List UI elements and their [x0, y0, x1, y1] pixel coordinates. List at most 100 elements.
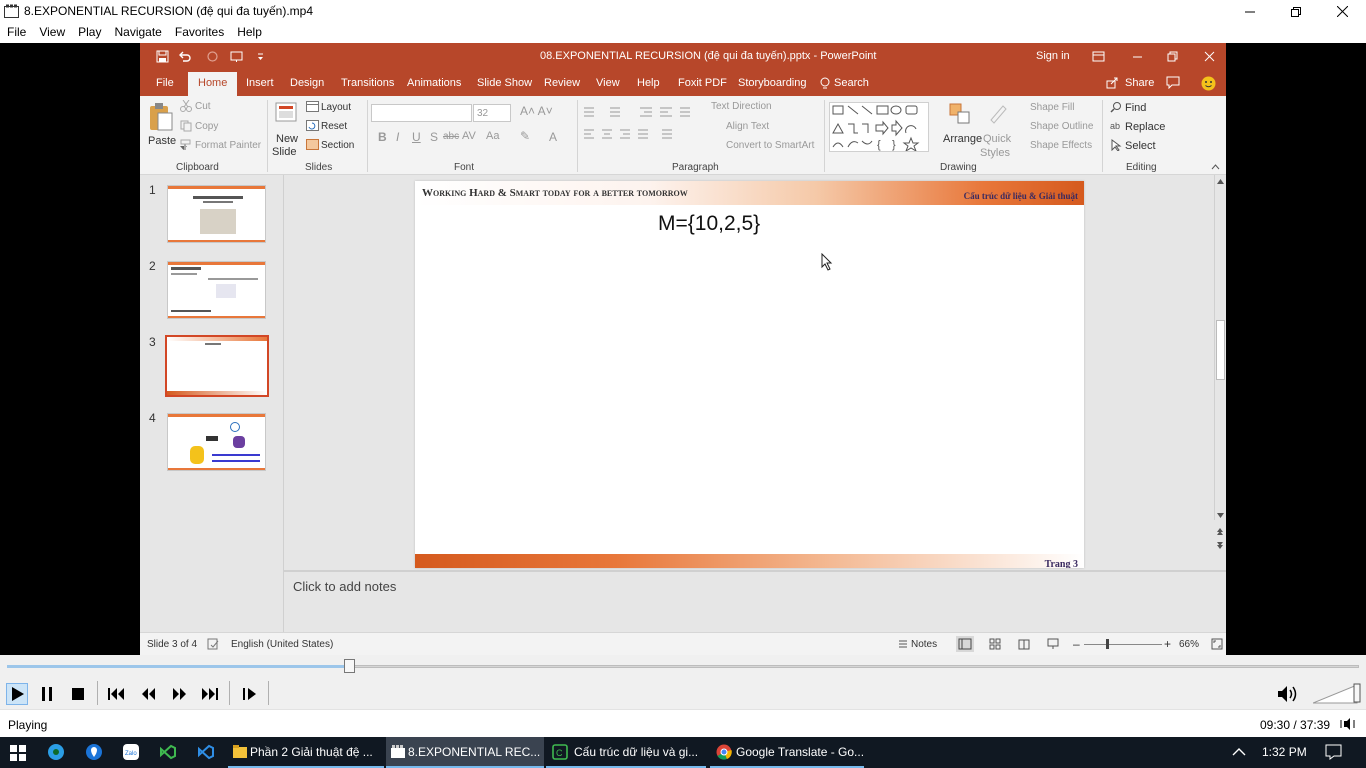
- frame-step-button[interactable]: [239, 683, 261, 705]
- replace-label: Replace: [1125, 121, 1166, 133]
- show-hidden-icons-chevron-icon[interactable]: [1232, 747, 1246, 757]
- slide-number: 2: [149, 259, 156, 273]
- slide-count-status: Slide 3 of 4: [147, 639, 198, 650]
- minimize-button[interactable]: [1227, 0, 1273, 23]
- menu-view[interactable]: View: [32, 23, 71, 43]
- maps-pin-icon[interactable]: [85, 743, 103, 761]
- taskbar-item-chrome[interactable]: Google Translate - Go...: [710, 737, 864, 768]
- arrange-icon: [949, 103, 970, 124]
- rewind-button[interactable]: [137, 683, 159, 705]
- menu-navigate[interactable]: Navigate: [107, 23, 167, 43]
- seek-bar[interactable]: [0, 655, 1366, 677]
- highlight-icon: ✎: [520, 129, 531, 143]
- windows-start-icon[interactable]: [10, 745, 28, 763]
- action-center-icon[interactable]: [1325, 744, 1342, 760]
- ribbon-separator: [1102, 100, 1103, 172]
- zoom-level: 66%: [1179, 639, 1200, 650]
- chrome-icon: [716, 744, 732, 760]
- taskbar-item-document[interactable]: C Cấu trúc dữ liệu và gi...: [546, 737, 706, 768]
- seek-handle[interactable]: [344, 659, 355, 673]
- maximize-button[interactable]: [1273, 0, 1319, 23]
- bold-icon: B: [378, 130, 387, 144]
- taskbar-item-label: Google Translate - Go...: [736, 745, 865, 759]
- shapes-gallery: {}: [829, 102, 929, 152]
- new-slide-icon: [275, 102, 297, 122]
- svg-text:ab: ab: [1110, 121, 1120, 131]
- close-button[interactable]: [1319, 0, 1365, 23]
- play-button[interactable]: [6, 683, 28, 705]
- volume-slider[interactable]: [1313, 681, 1363, 705]
- reset-label: Reset: [321, 121, 348, 132]
- zalo-icon[interactable]: Zalo: [122, 743, 140, 761]
- edge-browser-icon[interactable]: [47, 743, 65, 761]
- video-area[interactable]: 08.EXPONENTIAL RECURSION (đệ qui đa tuyế…: [0, 43, 1366, 655]
- shape-effects-label: Shape Effects: [1030, 140, 1093, 151]
- taskbar-item-label: Phần 2 Giải thuật đệ ...: [250, 745, 373, 759]
- feedback-smiley-icon: [1201, 76, 1216, 91]
- char-spacing-icon: AV: [462, 130, 476, 142]
- controls-separator: [97, 681, 98, 705]
- mute-button[interactable]: [1277, 683, 1299, 705]
- seek-progress-fill: [7, 665, 349, 668]
- player-controls: [0, 677, 1366, 709]
- video-frame-powerpoint: 08.EXPONENTIAL RECURSION (đệ qui đa tuyế…: [140, 43, 1226, 655]
- italic-icon: I: [396, 130, 400, 144]
- taskbar-item-label: Cấu trúc dữ liệu và gi...: [574, 745, 699, 759]
- save-icon: [156, 50, 169, 63]
- stop-icon: [72, 688, 84, 700]
- tab-review: Review: [544, 77, 581, 89]
- copy-label: Copy: [195, 121, 219, 132]
- rewind-icon: [142, 688, 155, 700]
- taskbar-item-mpc[interactable]: 8.EXPONENTIAL REC...: [386, 737, 544, 768]
- shape-outline-label: Shape Outline: [1030, 121, 1094, 132]
- font-size-value: 32: [477, 108, 489, 119]
- tab-animations: Animations: [407, 77, 462, 89]
- slide-header-left: Working Hard & Smart today for a better …: [422, 187, 688, 199]
- svg-text:Zalo: Zalo: [125, 751, 137, 757]
- pause-button[interactable]: [36, 683, 58, 705]
- skip-previous-icon: [108, 688, 124, 700]
- ppt-restore-icon: [1167, 51, 1178, 62]
- player-titlebar: 8.EXPONENTIAL RECURSION (đệ qui đa tuyến…: [0, 0, 1366, 23]
- tab-insert: Insert: [246, 77, 274, 89]
- taskbar-item-label: 8.EXPONENTIAL REC...: [408, 745, 541, 759]
- select-label: Select: [1125, 140, 1156, 152]
- slide-sorter-icon: [989, 638, 1001, 650]
- fast-forward-button[interactable]: [169, 683, 191, 705]
- align-buttons-icon: [584, 129, 672, 139]
- list-buttons-icon: [584, 107, 690, 117]
- shadow-icon: S: [430, 130, 439, 144]
- normal-view-button: [956, 636, 974, 652]
- slide-thumbnail-2: [167, 261, 266, 319]
- cut-icon: [180, 100, 192, 112]
- ribbon-separator: [577, 100, 578, 172]
- slide-header-band: Working Hard & Smart today for a better …: [415, 181, 1084, 205]
- visual-studio-icon[interactable]: [159, 743, 177, 761]
- menu-help[interactable]: Help: [230, 23, 268, 43]
- tab-storyboarding: Storyboarding: [738, 77, 807, 89]
- close-icon: [1336, 6, 1348, 17]
- fit-to-window-icon: [1211, 638, 1223, 650]
- speaker-icon: [1278, 686, 1297, 702]
- fast-forward-icon: [173, 688, 186, 700]
- stop-button[interactable]: [67, 683, 89, 705]
- drawing-group-label: Drawing: [940, 162, 977, 173]
- slide-number: 1: [149, 183, 156, 197]
- taskbar-item-explorer[interactable]: Phần 2 Giải thuật đệ ...: [228, 737, 384, 768]
- menu-play[interactable]: Play: [71, 23, 107, 43]
- folder-icon: [233, 745, 247, 758]
- prev-next-slide-icon: [1217, 528, 1223, 549]
- vscode-icon[interactable]: [196, 743, 214, 761]
- grow-font-icon: A˄ A˅: [520, 104, 553, 118]
- ribbon-separator: [267, 100, 268, 172]
- menu-favorites[interactable]: Favorites: [168, 23, 230, 43]
- taskbar-clock[interactable]: 1:32 PM: [1262, 745, 1307, 759]
- paste-label: Paste: [148, 135, 177, 147]
- previous-button[interactable]: [106, 683, 128, 705]
- underline-icon: U: [412, 130, 421, 144]
- slides-group-label: Slides: [305, 162, 333, 173]
- menu-file[interactable]: File: [0, 23, 32, 43]
- paste-icon: [150, 103, 173, 131]
- next-button[interactable]: [199, 683, 221, 705]
- ppt-close-icon: [1204, 51, 1215, 62]
